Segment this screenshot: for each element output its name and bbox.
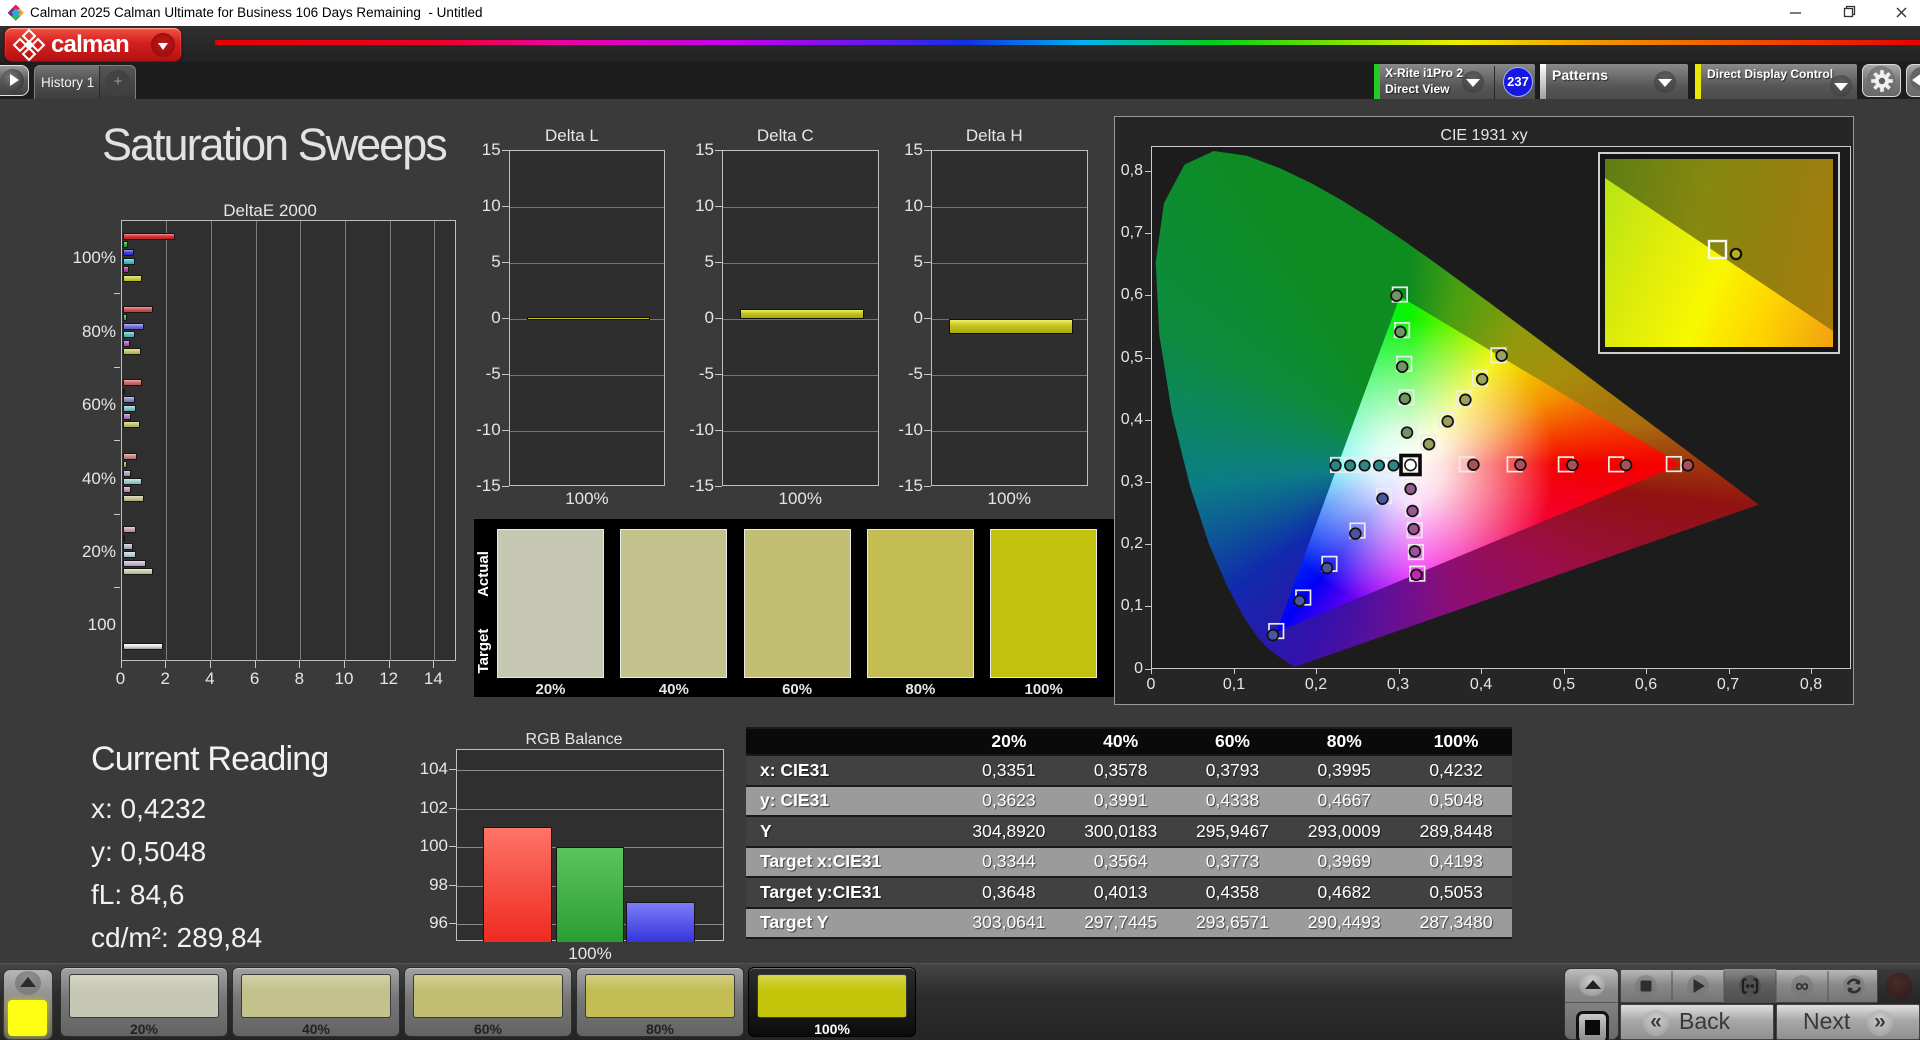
svg-text:∞: ∞ <box>1795 976 1809 997</box>
